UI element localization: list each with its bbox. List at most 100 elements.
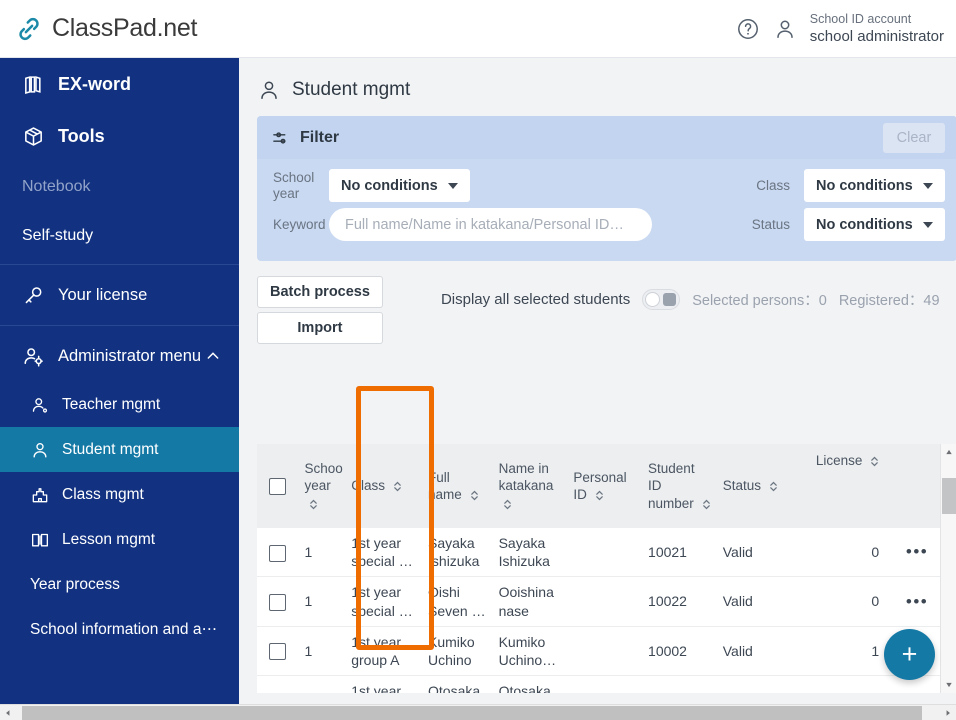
- horizontal-scroll-track[interactable]: [16, 705, 940, 720]
- cell-full-name: Oishi Seven …: [422, 576, 493, 627]
- sidebar-item-year-process[interactable]: Year process: [0, 562, 239, 607]
- account-info[interactable]: School ID account school administrator: [810, 11, 944, 46]
- sidebar-group-administrator-menu[interactable]: Administrator menu: [0, 330, 239, 382]
- header-student-id-number[interactable]: Student ID number: [642, 444, 717, 528]
- scroll-left-arrow-icon[interactable]: [0, 705, 16, 720]
- sort-icon[interactable]: [393, 480, 402, 493]
- horizontal-scroll-thumb[interactable]: [22, 705, 922, 720]
- filter-body: School year No conditions Class No condi…: [257, 159, 956, 261]
- header-class[interactable]: Class: [345, 444, 423, 528]
- sort-icon[interactable]: [470, 489, 479, 502]
- row-checkbox[interactable]: [269, 593, 287, 611]
- keyword-input[interactable]: [329, 208, 652, 241]
- table-row[interactable]: 1 1st year group A Kumiko Uchino Kumiko …: [257, 626, 941, 677]
- filter-right-class: Class No conditions: [756, 169, 956, 202]
- header-school-year[interactable]: Schoo year: [298, 444, 346, 528]
- cell-school-year: 1: [298, 626, 346, 677]
- cell-license: 0: [797, 675, 894, 693]
- row-actions-cell: •••: [893, 528, 941, 578]
- class-dropdown[interactable]: No conditions: [804, 169, 945, 202]
- brand-logo[interactable]: ClassPad.net: [0, 14, 197, 44]
- display-all-label: Display all selected students: [440, 291, 631, 308]
- status-dropdown[interactable]: No conditions: [804, 208, 945, 241]
- sidebar-item-teacher-mgmt[interactable]: Teacher mgmt: [0, 382, 239, 427]
- sidebar-label-administrator-menu: Administrator menu: [58, 346, 202, 365]
- sort-icon[interactable]: [702, 498, 711, 511]
- row-checkbox[interactable]: [269, 544, 287, 562]
- sort-icon[interactable]: [595, 489, 604, 502]
- sidebar-item-ex-word[interactable]: EX-word: [0, 58, 239, 110]
- table-row[interactable]: 1 1st year special … Oishi Seven … Ooish…: [257, 576, 941, 627]
- header-status-label: Status: [722, 478, 762, 494]
- table-vertical-scrollbar[interactable]: [940, 444, 956, 693]
- row-more-menu-icon[interactable]: •••: [906, 690, 928, 693]
- table-row[interactable]: 1 1st year group A Otosaka Ganga Otosaka…: [257, 675, 941, 693]
- row-checkbox[interactable]: [269, 643, 287, 661]
- row-select-cell: [257, 528, 299, 578]
- sidebar-item-lesson-mgmt[interactable]: Lesson mgmt: [0, 517, 239, 562]
- cell-class: 1st year special …: [345, 528, 423, 578]
- cell-license: 0: [797, 576, 894, 627]
- table-row[interactable]: 1 1st year special … Sayaka Ishizuka Say…: [257, 528, 941, 578]
- filter-row-school-year: School year No conditions Class No condi…: [257, 169, 956, 202]
- student-icon: [30, 440, 50, 460]
- sidebar-item-tools[interactable]: Tools: [0, 110, 239, 162]
- cell-name-katakana: Ooishina nase: [492, 576, 568, 627]
- window-horizontal-scrollbar[interactable]: [0, 704, 956, 720]
- person-icon[interactable]: [773, 17, 797, 41]
- table-header-row: Schoo year Class Full name Name in katak…: [257, 444, 941, 528]
- sort-icon[interactable]: [503, 498, 512, 511]
- filter-right-status: Status No conditions: [752, 208, 956, 241]
- header-full-name[interactable]: Full name: [422, 444, 493, 528]
- header-name-katakana[interactable]: Name in katakana: [492, 444, 568, 528]
- school-year-dropdown[interactable]: No conditions: [329, 169, 470, 202]
- vertical-scroll-thumb[interactable]: [942, 478, 956, 514]
- cell-school-year: 1: [298, 675, 346, 693]
- scroll-right-arrow-icon[interactable]: [940, 705, 956, 720]
- header-personal-id[interactable]: Personal ID: [567, 444, 643, 528]
- add-student-fab[interactable]: +: [884, 629, 935, 680]
- chevron-down-icon: [922, 221, 933, 228]
- chevron-up-icon[interactable]: [205, 348, 221, 364]
- header-status[interactable]: Status: [716, 444, 798, 528]
- cell-personal-id-redacted: [567, 626, 643, 677]
- cell-student-id-number: 10021: [642, 528, 717, 578]
- row-more-menu-icon[interactable]: •••: [906, 542, 928, 561]
- header-full-name-label: Full name: [428, 469, 462, 502]
- select-all-checkbox[interactable]: [269, 477, 287, 495]
- header-class-label: Class: [351, 478, 385, 494]
- sidebar-item-self-study[interactable]: Self-study: [0, 211, 239, 260]
- clear-filter-button[interactable]: Clear: [883, 122, 945, 153]
- sidebar-item-class-mgmt[interactable]: Class mgmt: [0, 472, 239, 517]
- app-window: ClassPad.net School ID account school ad…: [0, 0, 956, 720]
- sort-icon[interactable]: [309, 498, 318, 511]
- status-filter-label: Status: [751, 217, 790, 232]
- sidebar-item-your-license[interactable]: Your license: [0, 269, 239, 321]
- row-actions-cell: •••: [893, 576, 941, 627]
- sort-icon[interactable]: [870, 455, 879, 468]
- question-circle-icon[interactable]: [736, 17, 760, 41]
- chevron-down-icon: [922, 182, 933, 189]
- chevron-down-icon: [447, 182, 458, 189]
- cell-full-name: Kumiko Uchino: [422, 626, 493, 677]
- sidebar-item-notebook[interactable]: Notebook: [0, 162, 239, 211]
- import-button[interactable]: Import: [257, 312, 383, 344]
- toolbar-buttons: Batch process Import: [257, 276, 383, 344]
- sidebar-item-student-mgmt[interactable]: Student mgmt: [0, 427, 239, 472]
- scroll-down-arrow-icon[interactable]: [941, 677, 956, 693]
- table-head: Schoo year Class Full name Name in katak…: [257, 444, 941, 528]
- scroll-up-arrow-icon[interactable]: [941, 444, 956, 460]
- cell-school-year: 1: [298, 528, 346, 578]
- person-icon: [257, 78, 281, 102]
- cell-personal-id-redacted: [567, 576, 643, 627]
- row-more-menu-icon[interactable]: •••: [906, 592, 928, 611]
- header-license[interactable]: License: [797, 444, 894, 528]
- sort-icon[interactable]: [769, 480, 778, 493]
- cell-student-id-number: 10002: [642, 626, 717, 677]
- brand-name: ClassPad.net: [52, 14, 198, 42]
- batch-process-button[interactable]: Batch process: [257, 276, 383, 308]
- display-all-toggle[interactable]: [642, 289, 681, 310]
- filter-title: Filter: [300, 128, 340, 146]
- sidebar-label-ex-word: EX-word: [58, 73, 132, 94]
- sidebar-item-school-information[interactable]: School information and a⋯: [0, 607, 239, 652]
